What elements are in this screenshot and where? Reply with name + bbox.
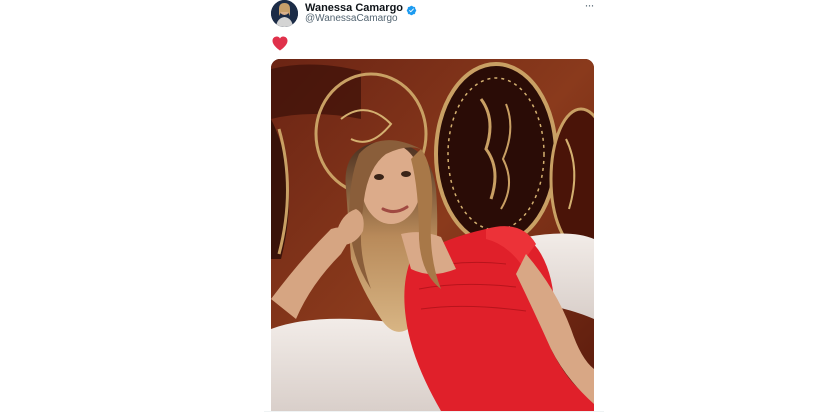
more-options-button[interactable]: ··· bbox=[580, 0, 598, 12]
tweet-card[interactable]: Wanessa Camargo @WanessaCamargo ··· bbox=[264, 0, 604, 414]
avatar[interactable] bbox=[271, 0, 298, 27]
author-handle[interactable]: @WanessaCamargo bbox=[305, 13, 398, 25]
heart-emoji-icon bbox=[272, 36, 288, 51]
divider bbox=[264, 411, 604, 412]
tweet-media-photo[interactable] bbox=[271, 59, 594, 411]
verified-badge-icon bbox=[406, 3, 417, 15]
